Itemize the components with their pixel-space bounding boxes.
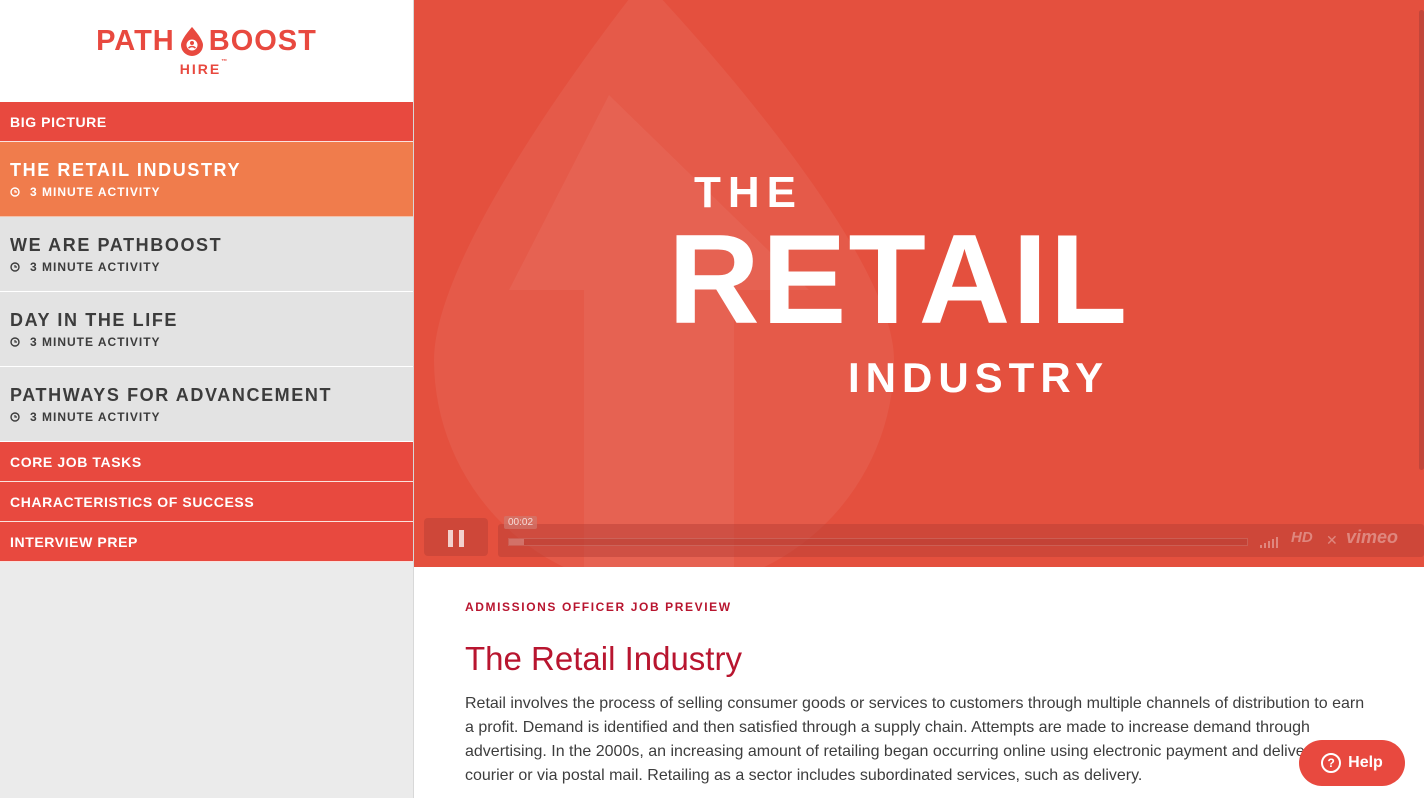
sidebar-item-label: DAY IN THE LIFE: [10, 309, 179, 330]
sidebar-item-day-in-the-life[interactable]: DAY IN THE LIFE 3 MINUTE ACTIVITY: [0, 292, 413, 367]
main-content: ADMISSIONS OFFICER JOB PREVIEW The Retai…: [465, 600, 1385, 788]
sidebar-item-characteristics-of-success[interactable]: CHARACTERISTICS OF SUCCESS: [0, 482, 413, 522]
vimeo-logo[interactable]: vimeo: [1346, 527, 1398, 548]
activity-duration: 3 MINUTE ACTIVITY: [10, 260, 413, 274]
page-title: The Retail Industry: [465, 640, 742, 677]
video-player[interactable]: THE RETAIL INDUSTRY HD ✕ vimeo 00:02: [414, 0, 1424, 567]
logo[interactable]: PATH BOOST HIRE™: [0, 0, 413, 102]
scrollbar[interactable]: [1419, 10, 1424, 470]
sidebar-item-big-picture[interactable]: BIG PICTURE: [0, 102, 413, 142]
logo-text-path: PATH: [96, 25, 175, 57]
activity-duration: 3 MINUTE ACTIVITY: [10, 410, 413, 424]
sidebar-item-core-job-tasks[interactable]: CORE JOB TASKS: [0, 442, 413, 482]
drop-icon: [180, 26, 203, 56]
sidebar-item-label: CHARACTERISTICS OF SUCCESS: [10, 493, 255, 510]
volume-icon[interactable]: [1260, 536, 1278, 548]
time-badge: 00:02: [504, 516, 538, 529]
pause-button[interactable]: [424, 518, 488, 556]
clock-icon: [10, 411, 20, 422]
fullscreen-icon[interactable]: ✕: [1326, 532, 1338, 549]
sidebar-item-label: BIG PICTURE: [10, 113, 107, 130]
video-title-industry: INDUSTRY: [848, 354, 1110, 401]
job-preview-label: ADMISSIONS OFFICER JOB PREVIEW: [465, 600, 732, 614]
control-bar: HD ✕ vimeo: [498, 524, 1424, 557]
video-title-retail: RETAIL: [668, 208, 1130, 350]
clock-icon: [10, 336, 20, 347]
sidebar-item-label: CORE JOB TASKS: [10, 453, 142, 470]
logo-subtitle: HIRE™: [179, 59, 228, 77]
sidebar: PATH BOOST HIRE™ BIG PICTURE THE RETAIL …: [0, 0, 414, 798]
body-text: Retail involves the process of selling c…: [465, 695, 1365, 784]
question-circle-icon: ?: [1321, 753, 1342, 773]
sidebar-item-pathways-for-advancement[interactable]: PATHWAYS FOR ADVANCEMENT 3 MINUTE ACTIVI…: [0, 367, 413, 442]
activity-duration: 3 MINUTE ACTIVITY: [10, 185, 413, 199]
clock-icon: [10, 186, 20, 197]
sidebar-item-we-are-pathboost[interactable]: WE ARE PATHBOOST 3 MINUTE ACTIVITY: [0, 217, 413, 292]
clock-icon: [10, 261, 20, 272]
help-button[interactable]: ? Help: [1299, 740, 1405, 786]
progress-fill: [509, 539, 524, 545]
video-controls: HD ✕ vimeo 00:02: [424, 516, 1424, 557]
logo-text-boost: BOOST: [208, 25, 317, 57]
sidebar-item-interview-prep[interactable]: INTERVIEW PREP: [0, 522, 413, 562]
help-label: Help: [1348, 754, 1383, 771]
sidebar-item-label: INTERVIEW PREP: [10, 533, 138, 550]
pause-icon: [448, 530, 453, 547]
sidebar-item-label: WE ARE PATHBOOST: [10, 234, 223, 255]
sidebar-item-retail-industry[interactable]: THE RETAIL INDUSTRY 3 MINUTE ACTIVITY: [0, 142, 413, 217]
hd-button[interactable]: HD: [1291, 529, 1313, 546]
sidebar-item-label: THE RETAIL INDUSTRY: [10, 159, 242, 180]
pause-icon: [459, 530, 464, 547]
progress-bar[interactable]: [508, 538, 1248, 546]
logo-wordmark: PATH BOOST: [96, 25, 317, 58]
sidebar-item-label: PATHWAYS FOR ADVANCEMENT: [10, 384, 333, 405]
activity-duration: 3 MINUTE ACTIVITY: [10, 335, 413, 349]
